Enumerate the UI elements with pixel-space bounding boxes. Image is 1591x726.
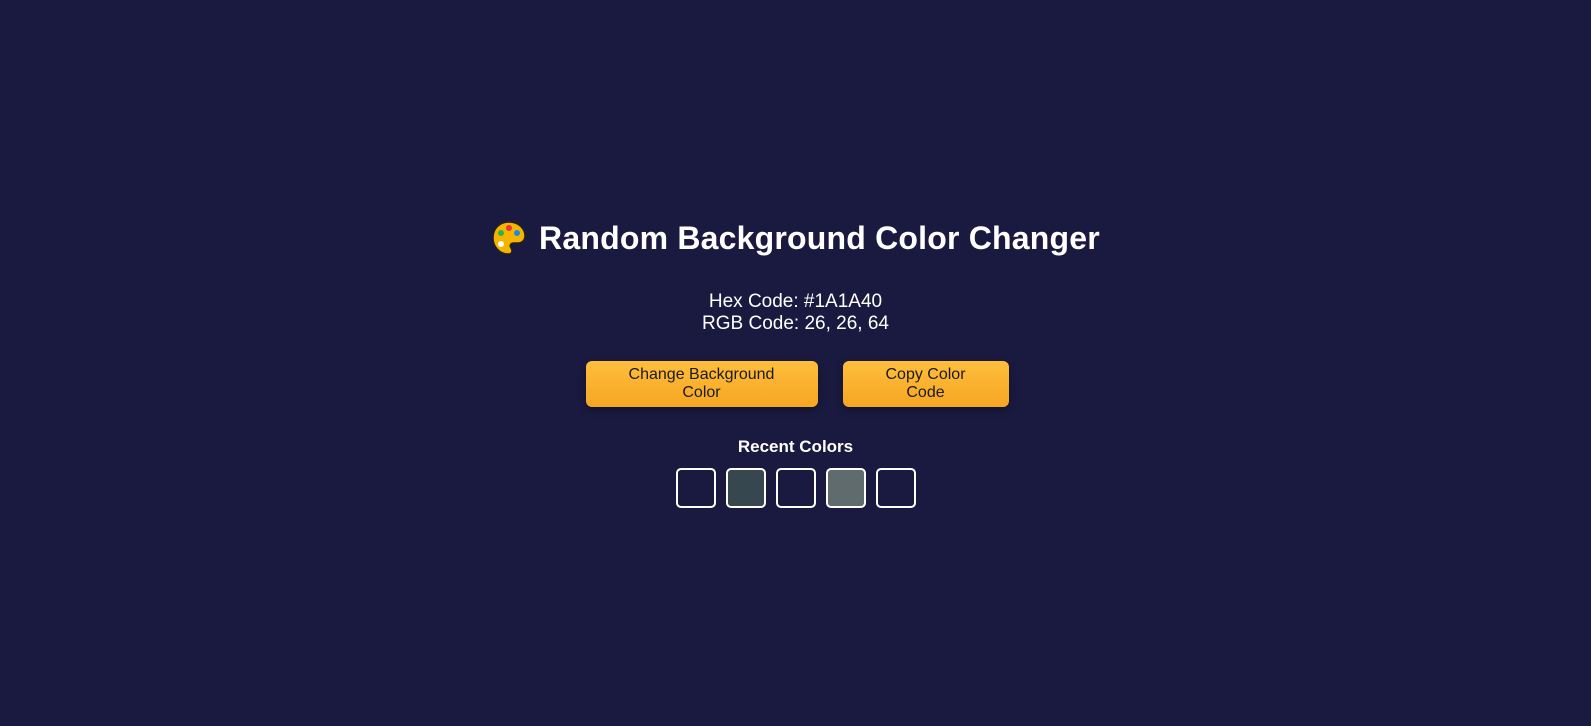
recent-color-swatch[interactable] — [725, 468, 766, 508]
recent-color-swatch[interactable] — [875, 468, 916, 508]
copy-color-code-button[interactable]: Copy Color Code — [842, 361, 1009, 407]
rgb-code-text: RGB Code: 26, 26, 64 — [702, 313, 889, 334]
recent-color-swatch[interactable] — [675, 468, 716, 508]
app-page: Random Background Color Changer Hex Code… — [0, 0, 1591, 726]
hex-code-text: Hex Code: #1A1A40 — [708, 291, 883, 312]
recent-color-swatch[interactable] — [825, 468, 866, 508]
recent-color-swatch[interactable] — [775, 468, 816, 508]
change-background-button[interactable]: Change Background Color — [585, 361, 818, 407]
palette-icon — [491, 220, 527, 256]
color-codes: Hex Code: #1A1A40 RGB Code: 26, 26, 64 — [702, 291, 889, 335]
button-row: Change Background Color Copy Color Code — [585, 361, 1009, 407]
page-title: Random Background Color Changer — [491, 218, 1100, 258]
recent-colors-list — [675, 468, 916, 508]
recent-colors-heading: Recent Colors — [737, 437, 854, 456]
page-title-text: Random Background Color Changer — [539, 219, 1100, 256]
